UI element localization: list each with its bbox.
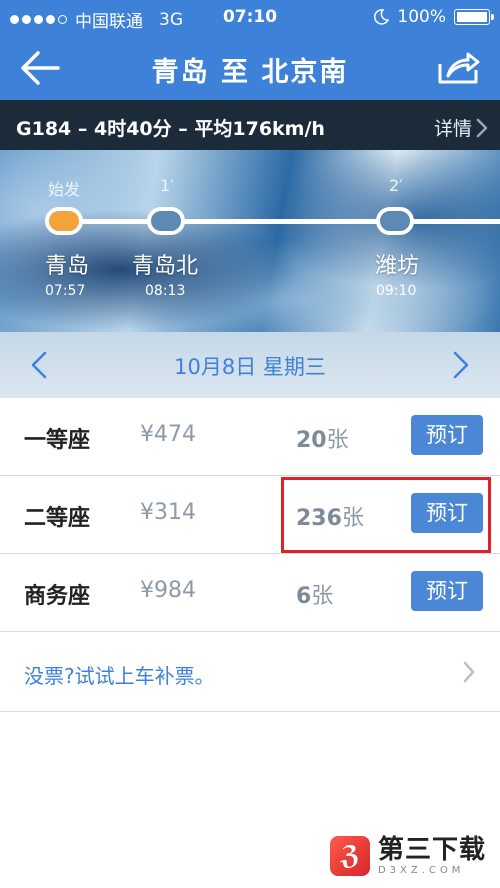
stop-marker — [147, 207, 185, 235]
detail-button[interactable]: 详情 — [434, 114, 488, 141]
stop-name: 青岛 — [45, 254, 90, 279]
battery-icon — [454, 9, 494, 25]
route-track — [60, 219, 500, 224]
status-bar: 中国联通 3G 07:10 100% — [0, 0, 500, 34]
stop-top-label: 2′ — [389, 176, 403, 195]
date-selector: 10月8日 星期三 — [0, 332, 500, 398]
highlight-box — [281, 477, 491, 553]
book-button[interactable]: 预订 — [411, 571, 483, 611]
stop-time: 08:13 — [145, 283, 186, 299]
seat-type: 商务座 — [24, 584, 91, 609]
seat-count: 6张 — [296, 584, 334, 609]
selected-date: 10月8日 星期三 — [174, 355, 326, 379]
seat-row-first-class: 一等座 ¥474 20张 预订 — [0, 398, 500, 476]
seat-type: 一等座 — [24, 428, 91, 453]
watermark-sub: D3XZ.COM — [377, 864, 465, 876]
stop-marker — [376, 207, 414, 235]
route-banner: 始发 青岛 07:57 1′ 青岛北 08:13 2′ 潍坊 09:10 — [0, 150, 500, 332]
stop-marker-origin — [45, 207, 83, 235]
share-icon[interactable] — [436, 48, 480, 88]
train-info-bar: G184 – 4时40分 – 平均176km/h 详情 — [0, 100, 500, 150]
watermark: ℨ 第三下载 D3XZ.COM — [329, 836, 486, 876]
watermark-text: 第三下载 D3XZ.COM — [378, 837, 486, 876]
detail-label: 详情 — [433, 118, 472, 140]
train-summary: G184 – 4时40分 – 平均176km/h — [16, 118, 325, 140]
stop-time: 07:57 — [45, 283, 86, 299]
stop-time: 09:10 — [376, 283, 417, 299]
no-ticket-text: 没票?试试上车补票。 — [24, 664, 215, 688]
watermark-logo-icon: ℨ — [329, 836, 370, 876]
no-ticket-row[interactable]: 没票?试试上车补票。 — [0, 634, 500, 712]
stop-top-label: 1′ — [160, 176, 174, 195]
stop-name: 潍坊 — [375, 254, 420, 279]
seat-price: ¥474 — [140, 422, 196, 447]
watermark-main: 第三下载 — [377, 834, 486, 865]
stop-top-label: 始发 — [48, 180, 81, 199]
page-title: 青岛 至 北京南 — [151, 57, 349, 88]
seat-price: ¥314 — [140, 500, 196, 525]
chevron-right-icon[interactable] — [450, 350, 472, 380]
seat-type: 二等座 — [24, 506, 91, 531]
book-button[interactable]: 预订 — [411, 415, 483, 455]
seat-row-business-class: 商务座 ¥984 6张 预订 — [0, 554, 500, 632]
stop-name: 青岛北 — [132, 254, 199, 279]
chevron-right-icon — [476, 118, 488, 137]
status-right: 100% — [373, 7, 494, 27]
moon-icon — [374, 9, 390, 25]
seat-count: 20张 — [296, 428, 349, 453]
nav-bar: 青岛 至 北京南 — [0, 34, 500, 100]
chevron-right-icon — [463, 661, 475, 683]
battery-percent: 100% — [397, 7, 446, 27]
seat-price: ¥984 — [140, 578, 196, 603]
